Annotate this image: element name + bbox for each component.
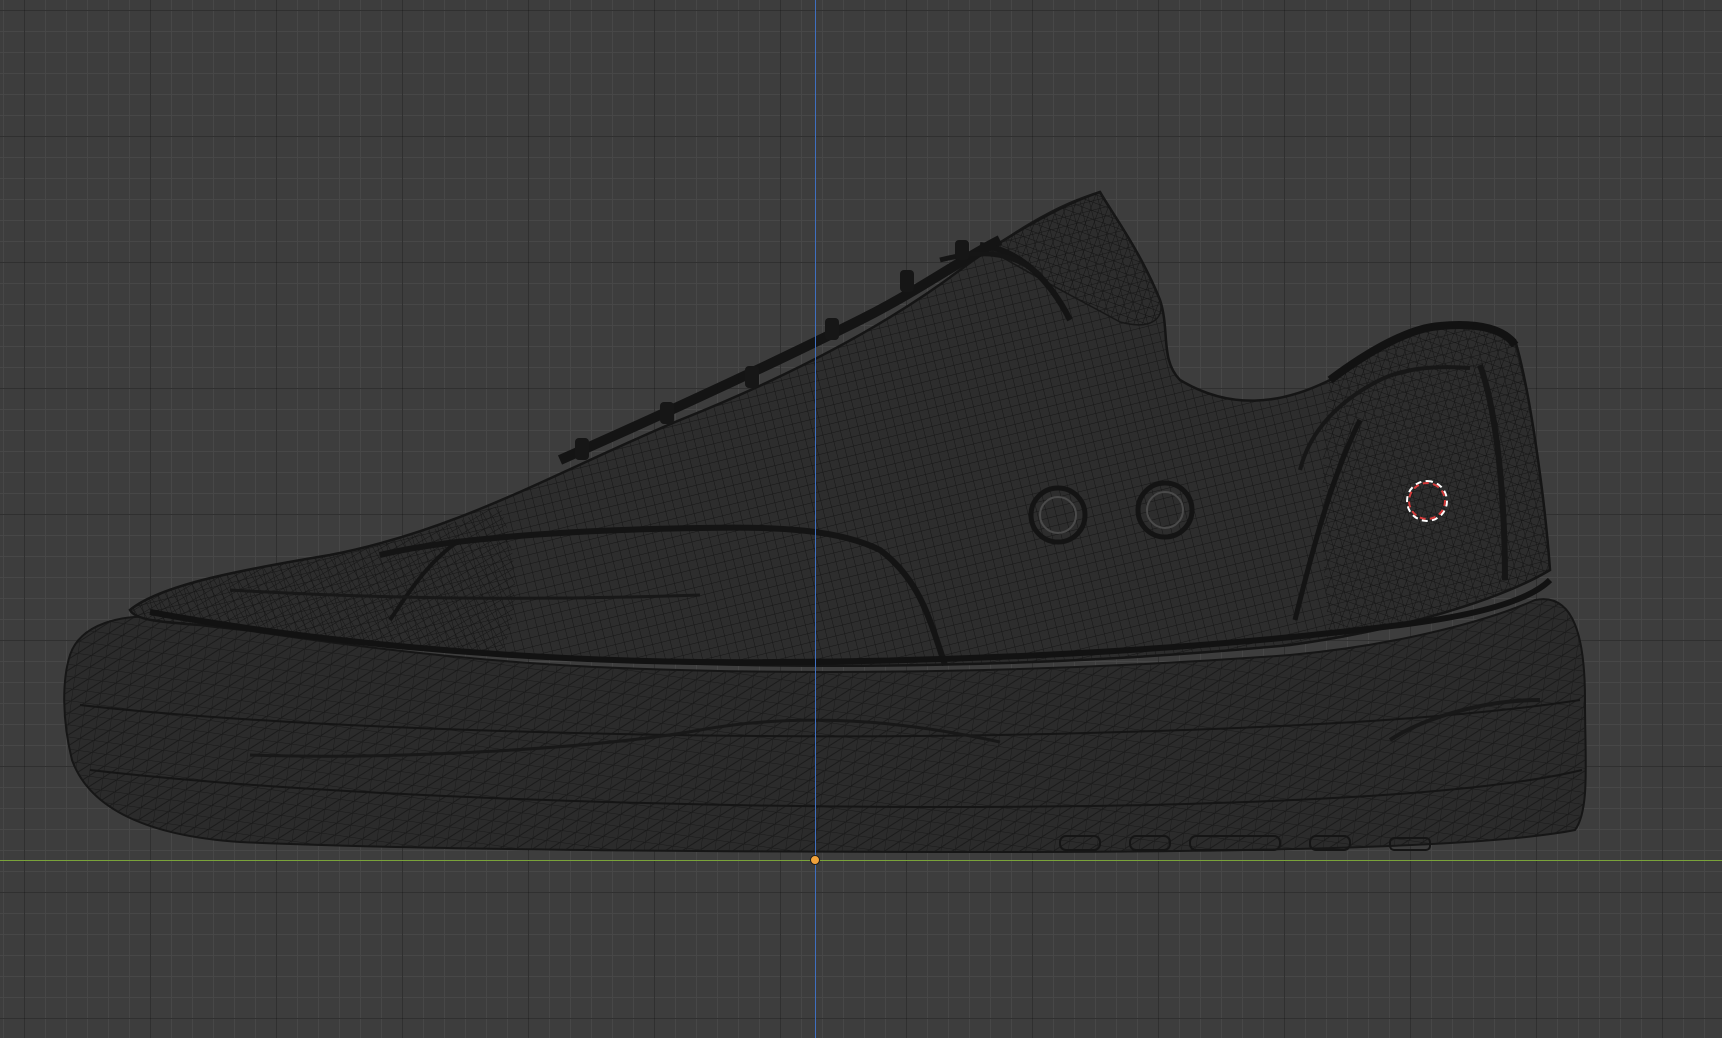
3d-viewport[interactable] <box>0 0 1722 1038</box>
z-axis-line <box>815 0 816 1038</box>
x-axis-line <box>0 860 1722 861</box>
3d-cursor-icon[interactable] <box>1406 480 1448 522</box>
shoe-wireframe-mesh[interactable] <box>0 0 1722 1038</box>
upper-mesh <box>128 190 1553 667</box>
origin-point-icon[interactable] <box>810 855 820 865</box>
